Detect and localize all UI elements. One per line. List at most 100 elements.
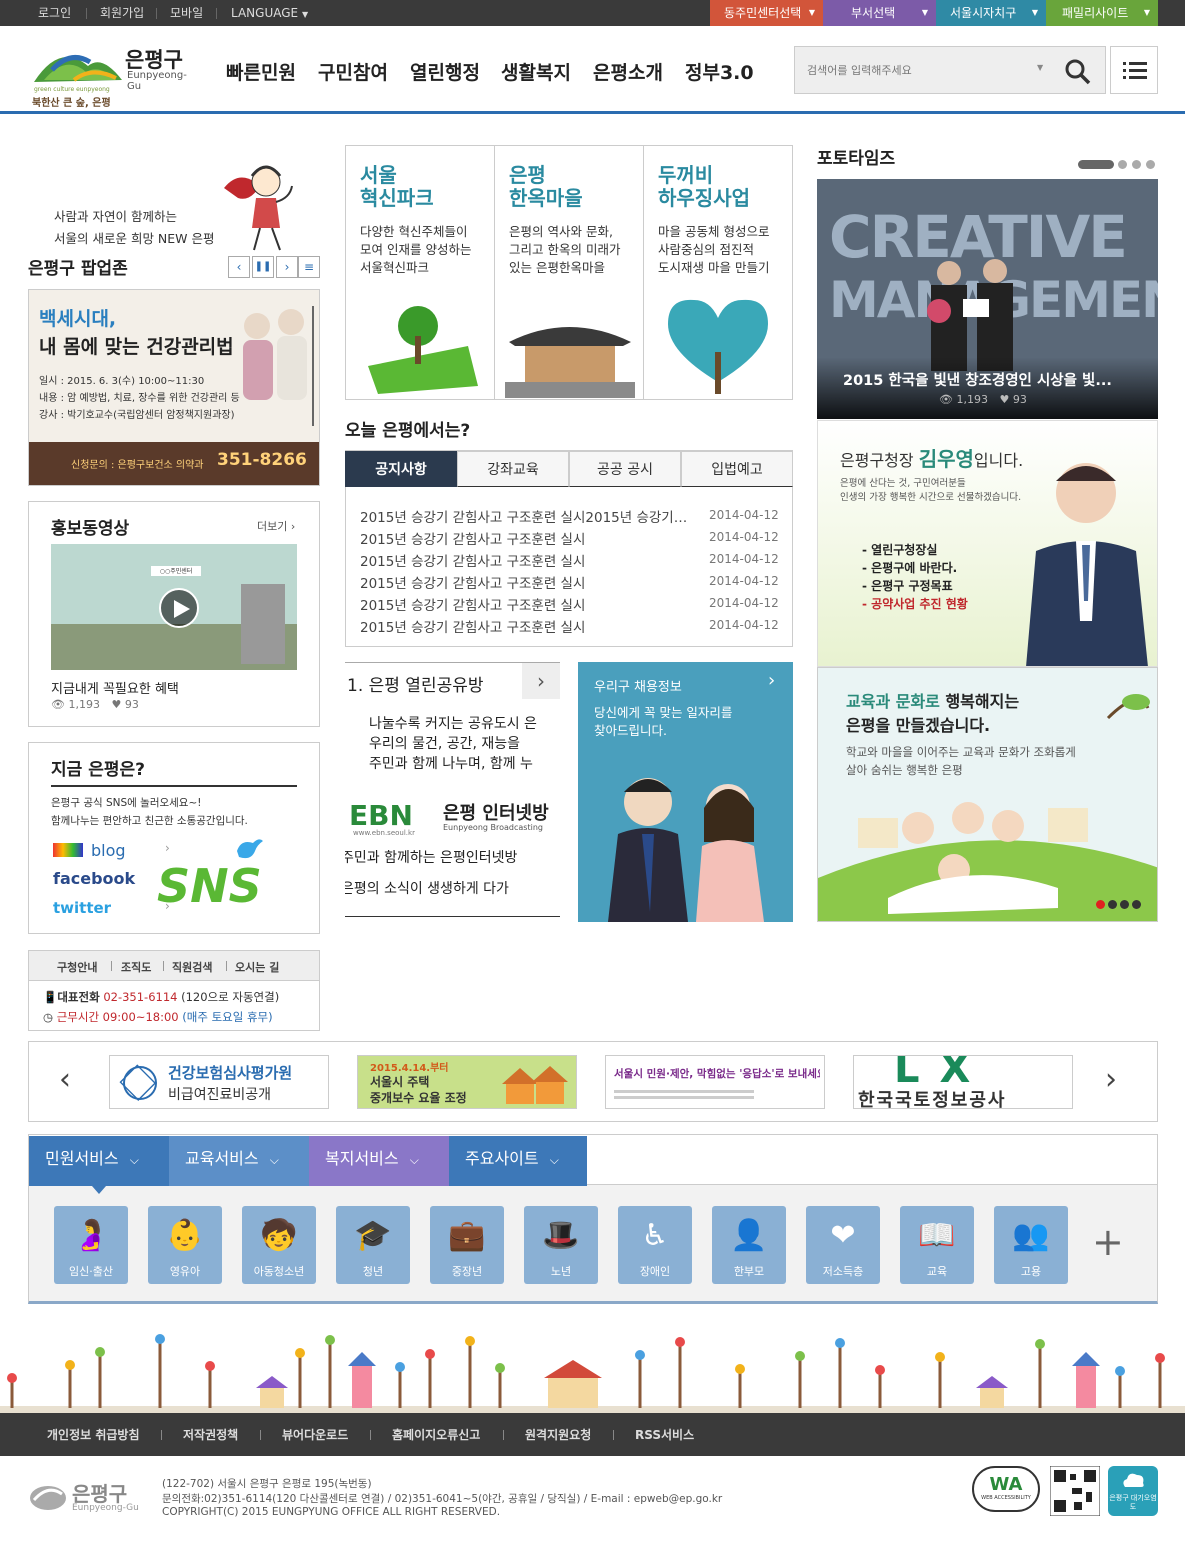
more-link[interactable]: 더보기 › [257,518,295,534]
service-item[interactable]: 📖 교육 [900,1206,974,1284]
education-banner[interactable]: 교육과 문화로 행복해지는 은평을 만들겠습니다. 학교와 마을을 이어주는 교… [817,667,1158,922]
banner-eungdapso[interactable]: 서울시 민원·제안, 막힘없는 '응답소'로 보내세요! [605,1055,825,1109]
office-guide-link[interactable]: 구청안내 [57,959,97,975]
prev-arrow-icon[interactable]: ‹ [228,256,250,278]
pager-dot[interactable] [1108,900,1117,909]
nav-quick-civil[interactable]: 빠른민원 [226,58,296,85]
search-input[interactable]: 검색어를 입력해주세요 [807,62,912,78]
tile-toad-housing[interactable]: 두꺼비 하우징사업 마을 공동체 형성으로 사람중심의 점진적 도시재생 마을 만들기 [644,146,792,399]
footer-viewer-link[interactable]: 뷰어다운로드 [282,1426,348,1443]
service-item[interactable]: 👥 고용 [994,1206,1068,1284]
mayor-link-office[interactable]: - 열린구청장실 [862,541,937,558]
footer-rss-link[interactable]: RSS서비스 [635,1426,694,1443]
directions-link[interactable]: 오시는 길 [235,959,279,975]
service-item[interactable]: 💼 중장년 [430,1206,504,1284]
service-item[interactable]: 🧒 아동청소년 [242,1206,316,1284]
tile-innovation-park[interactable]: 서울 혁신파크 다양한 혁신주체들이 모여 인재를 양성하는 서울혁신파크 [346,146,495,399]
staff-search-link[interactable]: 직원검색 [172,959,212,975]
family-site-select[interactable]: 패밀리사이트 ▼ [1046,0,1158,26]
service-item[interactable]: 🎩 노년 [524,1206,598,1284]
tile-hanok-village[interactable]: 은평 한옥마을 은평의 역사와 문화, 그리고 한옥의 미래가 있는 은평한옥마을 [495,146,644,399]
service-item[interactable]: ❤ 저소득층 [806,1206,880,1284]
tab-education-service[interactable]: 교육서비스 ⌵ [169,1136,309,1186]
banner-hira[interactable]: 건강보험심사평가원 비급여진료비공개 [109,1055,329,1109]
tab-major-sites[interactable]: 주요사이트 ⌵ [449,1136,587,1186]
pager-dot-active[interactable] [1078,160,1114,169]
service-item[interactable]: ♿ 장애인 [618,1206,692,1284]
banner-seoul-housing[interactable]: 2015.4.14.부터 서울시 주택 중개보수 요율 조정 [357,1055,577,1109]
notice-item[interactable]: 2015년 승강기 갇힘사고 구조훈련 실시 [360,616,690,636]
service-item[interactable]: 👶 영유아 [148,1206,222,1284]
air-quality-button[interactable]: 은평구 대기오염도 [1108,1466,1158,1516]
tab-lecture[interactable]: 강좌교육 [457,451,569,487]
nav-about-eunpyeong[interactable]: 은평소개 [593,58,663,85]
mayor-link-pledges[interactable]: - 공약사업 추진 현황 [862,595,968,612]
tab-civil-service-label: 민원서비스 [45,1149,119,1168]
mayor-link-goals[interactable]: - 은평구 구정목표 [862,577,953,594]
mayor-link-request[interactable]: - 은평구에 바란다. [862,559,957,576]
twitter-link[interactable]: twitter › [53,899,173,919]
next-arrow-icon[interactable]: › [1105,1062,1117,1097]
site-logo[interactable]: 은평구 Eunpyeong-Gu green culture eunpyeong… [30,40,200,109]
share-next-button[interactable]: › [522,663,560,699]
tab-public-notice[interactable]: 공공 공시 [569,451,681,487]
today-title: 오늘 은평에서는? [345,421,471,441]
photo-times-card[interactable]: CREATIVE MANAGEMENT 2015 한국을 빛낸 창조경영인 시상… [817,179,1158,419]
nav-open-administration[interactable]: 열린행정 [410,58,480,85]
notice-item[interactable]: 2015년 승강기 갇힘사고 구조훈련 실시 [360,528,690,548]
pager-dot[interactable] [1120,900,1129,909]
pager-dot[interactable] [1132,160,1141,169]
notice-item[interactable]: 2015년 승강기 갇힘사고 구조훈련 실시 [360,594,690,614]
qr-code-icon[interactable] [1050,1466,1100,1516]
popup-banner[interactable]: 백세시대, 내 몸에 맞는 건강관리법 일시 : 2015. 6. 3(수) 1… [28,289,320,486]
service-item[interactable]: 👤 한부모 [712,1206,786,1284]
jobs-banner[interactable]: 우리구 채용정보 › 당신에게 꼭 맞는 일자리를 찾아드립니다. [578,662,793,922]
language-link[interactable]: LANGUAGE ▼ [231,0,308,26]
service-item[interactable]: 🤰 임신·출산 [54,1206,128,1284]
list-icon[interactable]: ≡ [298,256,320,278]
nav-living-welfare[interactable]: 생활복지 [501,58,571,85]
banner-title-line1: 백세시대, [39,308,117,330]
org-chart-link[interactable]: 조직도 [121,959,151,975]
play-button[interactable] [159,588,199,628]
login-link[interactable]: 로그인 [38,0,71,26]
nav-citizen-participation[interactable]: 구민참여 [318,58,388,85]
tab-legislation[interactable]: 입법예고 [681,451,793,487]
pager-dot-active[interactable] [1096,900,1105,909]
all-menu-button[interactable] [1110,46,1158,94]
mayor-card[interactable]: 은평구청장 김우영입니다. 은평에 산다는 것, 구민여러분들 인생의 가장 행… [817,420,1158,667]
tab-civil-service[interactable]: 민원서비스 ⌵ [29,1136,169,1186]
signup-link[interactable]: 회원가입 [100,0,144,26]
notice-item[interactable]: 2015년 승강기 갇힘사고 구조훈련 실시2015년 승강기 갇힘사고 [360,506,690,526]
banner-lx[interactable]: LX 한국국토정보공사 [853,1055,1073,1109]
web-accessibility-mark[interactable]: WA WEB ACCESSIBILITY [972,1466,1040,1512]
pause-icon[interactable]: ❚❚ [252,256,274,278]
pager-dot[interactable] [1132,900,1141,909]
search-box[interactable]: 검색어를 입력해주세요 ▼ [794,46,1106,94]
share-room-title[interactable]: 1. 은평 열린공유방 [347,671,484,696]
plus-icon[interactable]: + [1092,1222,1124,1262]
blog-link[interactable]: blog › [53,841,173,861]
footer-error-report-link[interactable]: 홈페이지오류신고 [392,1426,480,1443]
department-select[interactable]: 부서선택 ▼ [823,0,936,26]
footer-copyright-link[interactable]: 저작권정책 [183,1426,238,1443]
prev-arrow-icon[interactable]: ‹ [59,1062,71,1097]
dong-center-select[interactable]: 동주민센터선택 ▼ [710,0,823,26]
video-thumbnail[interactable]: ○○주민센터 [51,544,297,670]
notice-item[interactable]: 2015년 승강기 갇힘사고 구조훈련 실시 [360,572,690,592]
service-item[interactable]: 🎓 청년 [336,1206,410,1284]
search-icon[interactable] [1065,59,1091,85]
next-arrow-icon[interactable]: › [276,256,298,278]
pager-dot[interactable] [1146,160,1155,169]
mobile-link[interactable]: 모바일 [170,0,203,26]
notice-item[interactable]: 2015년 승강기 갇힘사고 구조훈련 실시 [360,550,690,570]
seoul-district-select[interactable]: 서울시자치구 ▼ [936,0,1046,26]
footer-privacy-link[interactable]: 개인정보 취급방침 [47,1426,140,1443]
footer-remote-support-link[interactable]: 원격지원요청 [525,1426,591,1443]
pager-dot[interactable] [1118,160,1127,169]
ebn-logo[interactable]: EBN [349,799,413,832]
tab-welfare-service[interactable]: 복지서비스 ⌵ [309,1136,449,1186]
tab-notice[interactable]: 공지사항 [345,451,457,487]
nav-government-3[interactable]: 정부3.0 [685,58,754,85]
facebook-link[interactable]: facebook › [53,869,173,889]
